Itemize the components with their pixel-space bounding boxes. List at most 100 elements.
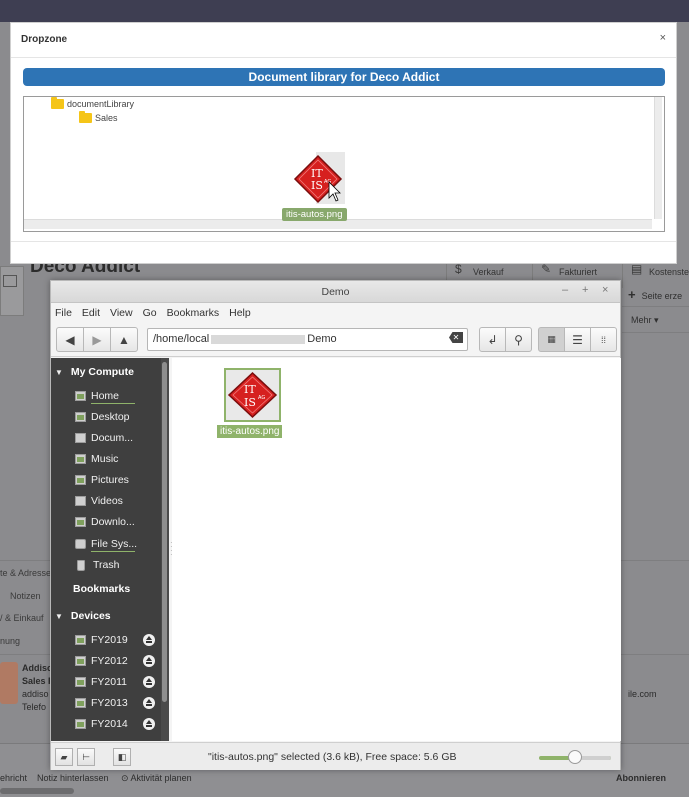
eject-icon[interactable] xyxy=(143,634,155,646)
zoom-slider-rest[interactable] xyxy=(579,756,611,760)
stat-label: Verkauf xyxy=(473,267,504,277)
status-text: "itis-autos.png" selected (3.6 kB), Free… xyxy=(208,751,457,763)
schedule-activity-link[interactable]: ⊙ Aktivität planen xyxy=(121,773,192,784)
sidebar-item-music[interactable]: Music xyxy=(75,449,118,469)
log-note-link[interactable]: Notiz hinterlassen xyxy=(37,773,109,783)
tree-item-documentlibrary[interactable]: documentLibrary xyxy=(51,97,134,109)
file-item-label[interactable]: itis-autos.png xyxy=(217,425,283,438)
drive-icon xyxy=(75,719,86,729)
window-titlebar[interactable]: Demo – + × xyxy=(51,281,620,303)
path-end: Demo xyxy=(307,333,337,345)
eject-icon[interactable] xyxy=(143,676,155,688)
sidebar-scrollbar[interactable] xyxy=(161,358,169,741)
sidebar-item-documents[interactable]: Docum... xyxy=(75,428,133,448)
up-button[interactable]: ▲ xyxy=(110,327,138,352)
menubar: File Edit View Go Bookmarks Help xyxy=(51,303,620,323)
menu-file[interactable]: File xyxy=(55,307,72,319)
sidebar-item-downloads[interactable]: Downlo... xyxy=(75,512,135,532)
toggle-location-button[interactable]: ↲ xyxy=(479,327,506,352)
create-page-label: Seite erze xyxy=(641,291,683,301)
sidebar-device-fy2011[interactable]: FY2011 xyxy=(75,672,161,692)
divider xyxy=(0,654,50,655)
sidebar-device-fy2014[interactable]: FY2014 xyxy=(75,714,161,734)
list-view-button[interactable]: ☰ xyxy=(564,327,591,352)
sidebar-device-fy2013[interactable]: FY2013 xyxy=(75,693,161,713)
tab-contacts-addresses[interactable]: te & Adresse xyxy=(0,568,51,578)
file-item-thumbnail[interactable]: IT IS AG xyxy=(224,368,281,422)
more-dropdown[interactable]: Mehr ▾ xyxy=(631,315,659,326)
sidebar-device-fy2012[interactable]: FY2012 xyxy=(75,651,161,671)
sidebar-device-fy2019[interactable]: FY2019 xyxy=(75,630,161,650)
tab-sales-purchase[interactable]: / & Einkauf xyxy=(0,613,44,623)
file-icon-view[interactable]: IT IS AG itis-autos.png xyxy=(172,358,621,741)
create-page-action[interactable]: + Seite erze xyxy=(628,287,682,302)
zoom-slider-knob[interactable] xyxy=(568,750,582,764)
clear-icon[interactable]: ✕ xyxy=(449,332,463,343)
divider xyxy=(622,332,689,333)
close-icon[interactable]: × xyxy=(660,32,666,44)
show-treeview-button[interactable]: ⊢ xyxy=(77,748,95,766)
compact-view-button[interactable]: ⁞⁞ xyxy=(590,327,617,352)
sidebar-item-pictures[interactable]: Pictures xyxy=(75,470,129,490)
divider xyxy=(621,654,689,655)
minimize-icon[interactable]: – xyxy=(562,284,568,296)
show-places-button[interactable]: ▰ xyxy=(55,748,73,766)
stat-button-cost-center[interactable]: ▤ Kostenste xyxy=(622,262,689,288)
status-bar: ▰ ⊢ ◧ "itis-autos.png" selected (3.6 kB)… xyxy=(51,742,620,770)
horizontal-scrollbar[interactable] xyxy=(0,788,74,794)
menu-edit[interactable]: Edit xyxy=(82,307,100,319)
sidebar-section-my-computer[interactable]: ▼ My Compute xyxy=(51,362,161,382)
menu-go[interactable]: Go xyxy=(143,307,157,319)
eject-icon[interactable] xyxy=(143,718,155,730)
sidebar-item-desktop[interactable]: Desktop xyxy=(75,407,130,427)
clock-icon: ⊙ xyxy=(121,773,131,783)
sidebar-item-videos[interactable]: Videos xyxy=(75,491,123,511)
dollar-icon: $ xyxy=(455,262,462,276)
sidebar-item-filesystem[interactable]: File Sys... xyxy=(75,534,137,554)
location-entry[interactable]: /home/local Demo ✕ xyxy=(147,328,468,351)
eject-icon[interactable] xyxy=(143,655,155,667)
close-icon[interactable]: × xyxy=(602,284,608,296)
drive-icon xyxy=(75,698,86,708)
sidebar-item-label: Videos xyxy=(91,495,123,507)
sidebar-section-bookmarks[interactable]: Bookmarks xyxy=(51,579,161,599)
menu-help[interactable]: Help xyxy=(229,307,251,319)
places-sidebar: ▼ My Compute Home Desktop Docum... Music … xyxy=(51,358,169,741)
divider xyxy=(11,57,676,58)
divider xyxy=(11,241,676,242)
book-icon: ▤ xyxy=(631,262,643,276)
send-message-link[interactable]: ehricht xyxy=(0,773,27,783)
back-button[interactable]: ◀ xyxy=(56,327,84,352)
vertical-scrollbar[interactable] xyxy=(654,97,662,219)
sidebar-item-trash[interactable]: Trash xyxy=(75,555,119,575)
tab-notes[interactable]: Notizen xyxy=(10,591,41,601)
scrollbar-thumb[interactable] xyxy=(162,362,167,702)
icon-view-button[interactable]: ▦ xyxy=(538,327,565,352)
forward-button[interactable]: ▶ xyxy=(83,327,111,352)
search-icon: ⚲ xyxy=(514,332,523,347)
follow-button[interactable]: Abonnieren xyxy=(616,773,666,783)
device-label: FY2011 xyxy=(91,676,127,688)
arrow-left-icon: ◀ xyxy=(65,332,75,347)
section-label: Devices xyxy=(70,610,111,622)
sidebar-section-devices[interactable]: ▼ Devices xyxy=(51,606,161,626)
sidebar-item-home[interactable]: Home xyxy=(75,386,135,406)
menu-bookmarks[interactable]: Bookmarks xyxy=(167,307,220,319)
pencil-icon: ✎ xyxy=(541,262,552,276)
tab-invoicing[interactable]: nung xyxy=(0,636,20,646)
arrow-up-icon: ▲ xyxy=(118,332,130,347)
trash-icon xyxy=(77,559,85,571)
tree-item-sales[interactable]: Sales xyxy=(79,111,118,123)
svg-text:IT: IT xyxy=(244,383,256,396)
svg-text:AG: AG xyxy=(258,395,265,401)
partner-image-icon xyxy=(3,275,17,287)
eject-icon[interactable] xyxy=(143,697,155,709)
search-button[interactable]: ⚲ xyxy=(505,327,532,352)
stat-label: Kostenste xyxy=(649,267,689,277)
contact-email-right: ile.com xyxy=(628,689,657,699)
maximize-icon[interactable]: + xyxy=(582,284,588,296)
sidebar-item-label: Downlo... xyxy=(91,516,135,528)
menu-view[interactable]: View xyxy=(110,307,133,319)
triangle-down-icon: ▼ xyxy=(55,611,63,621)
hide-sidebar-button[interactable]: ◧ xyxy=(113,748,131,766)
